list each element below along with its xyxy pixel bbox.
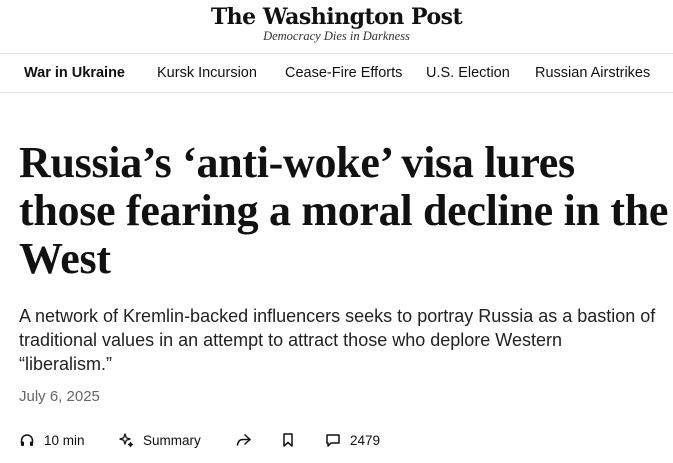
masthead: The Washington Post Democracy Dies in Da… [0, 0, 673, 52]
listen-button[interactable]: 10 min [19, 428, 85, 452]
listen-duration: 10 min [44, 432, 85, 448]
nav-item-cease-fire-efforts[interactable]: Cease-Fire Efforts [285, 65, 402, 81]
article-dek: A network of Kremlin-backed influencers … [19, 306, 656, 374]
summary-button[interactable]: Summary [118, 428, 201, 452]
comments-count: 2479 [350, 432, 381, 448]
headphones-icon [19, 432, 35, 448]
nav-item-war-in-ukraine[interactable]: War in Ukraine [24, 65, 125, 81]
article-headline: Russia’s ‘anti-woke’ visa lures those fe… [19, 138, 669, 283]
share-button[interactable] [235, 428, 252, 452]
article-page: The Washington Post Democracy Dies in Da… [0, 0, 673, 463]
comment-icon [325, 432, 341, 448]
nav-item-us-election[interactable]: U.S. Election [426, 65, 510, 81]
sparkle-icon [118, 432, 134, 448]
nav-item-kursk-incursion[interactable]: Kursk Incursion [157, 65, 257, 81]
site-tagline: Democracy Dies in Darkness [263, 29, 410, 43]
summary-label: Summary [143, 432, 201, 448]
article-actions-bar: 10 min Summary 2479 [19, 428, 673, 452]
nav-item-russian-airstrikes[interactable]: Russian Airstrikes [535, 65, 650, 81]
topic-nav: War in Ukraine Kursk Incursion Cease-Fir… [0, 53, 673, 93]
publish-date: July 6, 2025 [19, 388, 100, 405]
save-button[interactable] [281, 428, 295, 452]
share-arrow-icon [235, 432, 252, 448]
comments-button[interactable]: 2479 [325, 428, 380, 452]
bookmark-icon [281, 432, 295, 448]
